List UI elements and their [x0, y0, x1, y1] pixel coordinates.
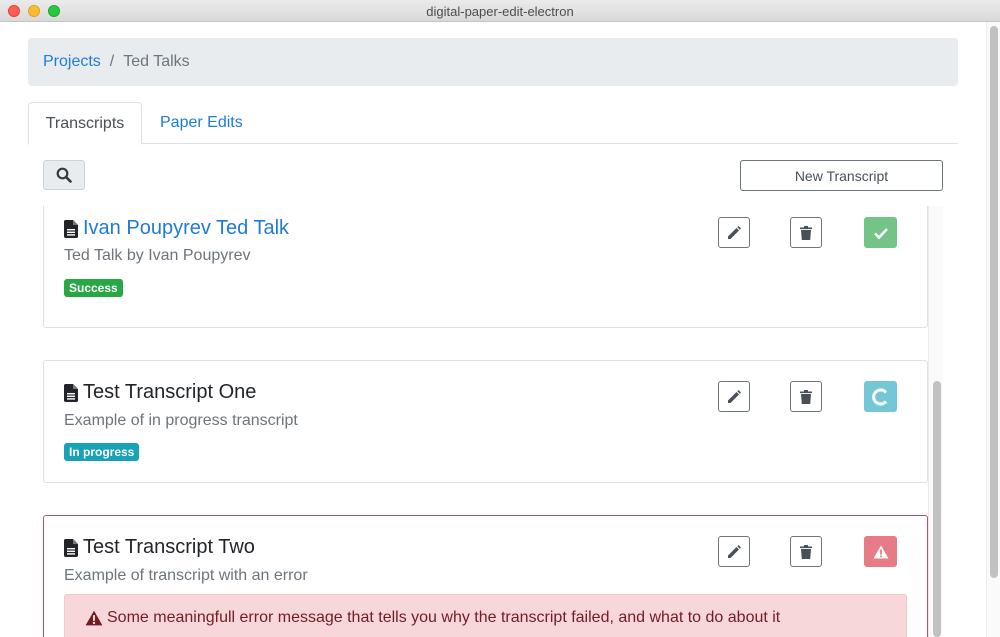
search-button[interactable] — [43, 160, 85, 190]
pencil-icon — [728, 225, 741, 239]
window-scrollbar-thumb[interactable] — [990, 26, 998, 578]
list-scrollbar[interactable] — [928, 206, 943, 637]
transcript-description: Ted Talk by Ivan Poupyrev — [64, 247, 251, 264]
trash-icon — [800, 225, 812, 240]
transcript-title: Test Transcript One — [83, 381, 257, 403]
spinner-icon — [871, 388, 887, 405]
search-icon — [56, 167, 72, 183]
transcript-card: Test Transcript Two Example of transcrip… — [43, 515, 928, 637]
breadcrumb-projects-link[interactable]: Projects — [43, 53, 101, 71]
status-indicator-in-progress — [864, 381, 897, 412]
transcript-title-row: Test Transcript One — [64, 381, 256, 404]
edit-button[interactable] — [718, 536, 750, 567]
status-indicator-error — [864, 536, 897, 567]
window-title: digital-paper-edit-electron — [426, 4, 574, 19]
pencil-icon — [728, 544, 741, 558]
delete-button[interactable] — [790, 217, 822, 248]
transcript-card: Test Transcript One Example of in progre… — [43, 360, 928, 483]
edit-button[interactable] — [718, 381, 750, 412]
check-icon — [873, 227, 888, 239]
tab-bar: Transcripts Paper Edits — [28, 102, 958, 145]
breadcrumb-current-project: Ted Talks — [123, 53, 190, 70]
transcript-list: Ivan Poupyrev Ted Talk Ted Talk by Ivan … — [28, 206, 943, 637]
breadcrumb: Projects / Ted Talks — [28, 38, 958, 86]
tab-transcripts[interactable]: Transcripts — [28, 102, 142, 145]
edit-button[interactable] — [718, 217, 750, 248]
error-message: Some meaningfull error message that tell… — [107, 609, 781, 626]
warning-icon — [85, 610, 103, 626]
list-scrollbar-thumb[interactable] — [933, 381, 941, 637]
delete-button[interactable] — [790, 536, 822, 567]
warning-icon — [873, 545, 888, 558]
transcript-description: Example of in progress transcript — [64, 412, 298, 429]
status-indicator-success — [864, 217, 897, 248]
error-alert: Some meaningfull error message that tell… — [64, 594, 907, 637]
transcript-description: Example of transcript with an error — [64, 567, 308, 584]
transcript-title: Test Transcript Two — [83, 536, 255, 558]
transcript-card: Ivan Poupyrev Ted Talk Ted Talk by Ivan … — [43, 206, 928, 328]
breadcrumb-separator: / — [109, 53, 115, 70]
transcript-title-row: Ivan Poupyrev Ted Talk — [64, 217, 289, 240]
trash-icon — [800, 389, 812, 404]
pencil-icon — [728, 389, 741, 403]
new-transcript-button[interactable]: New Transcript — [740, 160, 943, 191]
status-badge: Success — [64, 279, 123, 297]
trash-icon — [800, 544, 812, 559]
document-icon — [64, 383, 78, 402]
status-badge: In progress — [64, 443, 140, 461]
window-scrollbar[interactable] — [986, 22, 1000, 637]
transcript-title-link[interactable]: Ivan Poupyrev Ted Talk — [83, 217, 289, 240]
document-icon — [64, 538, 78, 557]
tab-paper-edits[interactable]: Paper Edits — [144, 102, 259, 144]
delete-button[interactable] — [790, 381, 822, 412]
transcript-title-row: Test Transcript Two — [64, 536, 255, 559]
window-title-bar: digital-paper-edit-electron — [0, 0, 1000, 22]
document-icon — [64, 219, 78, 238]
